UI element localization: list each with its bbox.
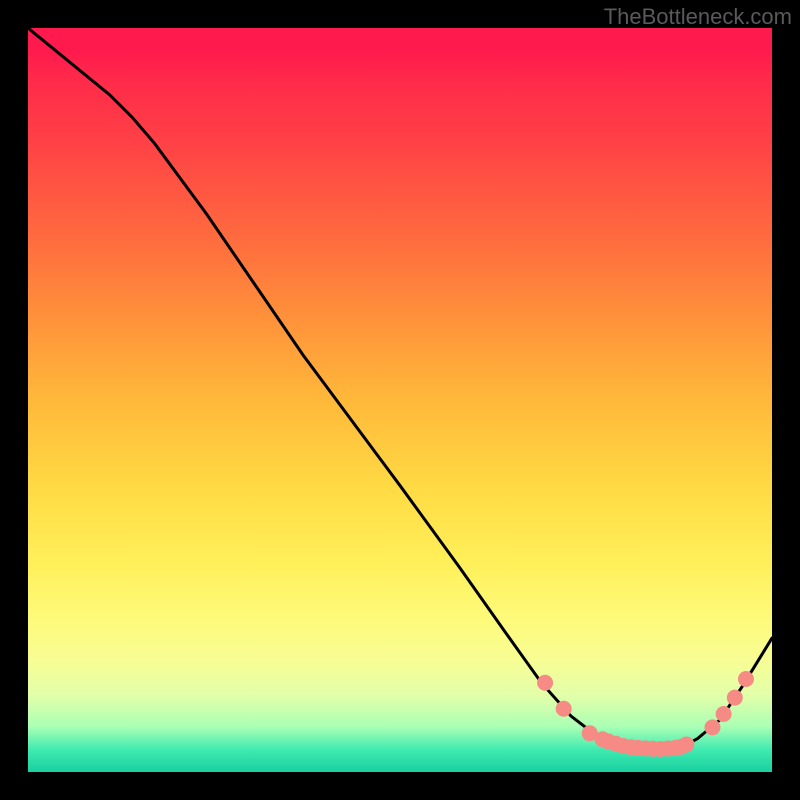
attribution-text: TheBottleneck.com — [604, 4, 792, 30]
marker-point — [704, 719, 720, 735]
bottleneck-curve — [28, 28, 772, 749]
marker-point — [556, 701, 572, 717]
chart-svg — [28, 28, 772, 772]
marker-point — [716, 706, 732, 722]
marker-point — [738, 671, 754, 687]
marker-point — [678, 736, 694, 752]
marker-group — [537, 671, 754, 757]
marker-point — [727, 690, 743, 706]
plot-area — [28, 28, 772, 772]
marker-point — [537, 675, 553, 691]
